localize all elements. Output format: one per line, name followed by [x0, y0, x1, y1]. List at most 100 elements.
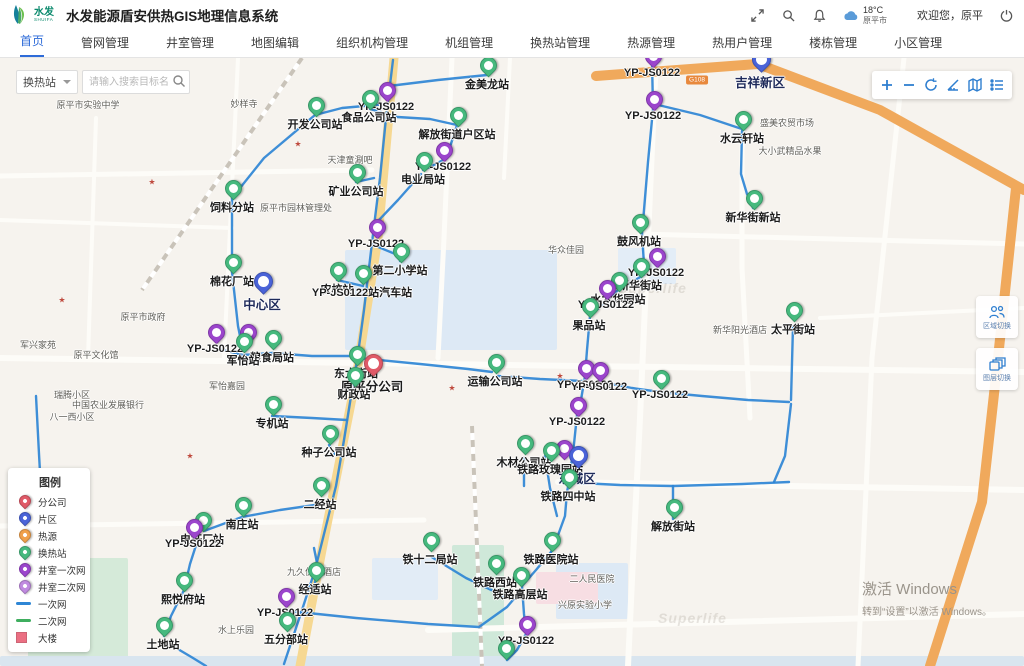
legend-item-8: 二次网	[16, 612, 84, 629]
legend-item-label: 二次网	[38, 614, 67, 628]
layer-switch-button[interactable]: 图层切换	[976, 348, 1018, 390]
windows-activation-watermark: 激活 Windows 转到“设置”以激活 Windows。	[862, 578, 992, 618]
legend-pin-icon	[16, 545, 32, 560]
legend-pin-icon	[16, 528, 32, 543]
map-marker-label: 食品公司站	[342, 109, 397, 125]
nav-tab-5[interactable]: 组织机构管理	[336, 31, 408, 57]
activation-line2: 转到“设置”以激活 Windows。	[862, 603, 992, 618]
map-marker-label: 铁路高层站	[493, 586, 548, 602]
map-marker-label: 铁十二局站	[403, 551, 458, 567]
zoom-out-button[interactable]	[898, 74, 920, 96]
nav-tab-11[interactable]: 小区管理	[894, 31, 942, 57]
legend-item-6: 井室二次网	[16, 578, 84, 595]
search-category-select[interactable]: 换热站	[16, 70, 78, 94]
basemap-label: 盛美农贸市场	[760, 116, 814, 129]
app-window: 水发 SHUIFA 水发能源盾安供热GIS地理信息系统	[0, 0, 1024, 666]
basemap-label: 军兴家苑	[20, 338, 56, 351]
legend-item-4: 换热站	[16, 544, 84, 561]
legend-item-label: 井室二次网	[38, 580, 86, 594]
legend-item-2: 片区	[16, 510, 84, 527]
basemap-label: 二人民医院	[569, 572, 614, 585]
map-marker-label: 铁路四中站	[541, 488, 596, 504]
legend-pin-icon	[16, 494, 32, 509]
nav-tab-8[interactable]: 热源管理	[627, 31, 675, 57]
map-marker-label: 铁路医院站	[524, 551, 579, 567]
map-marker-label: 熙悦府站	[161, 591, 205, 607]
nav-tab-4[interactable]: 地图编辑	[251, 31, 299, 57]
map-toolbar	[872, 71, 1012, 99]
logout-icon[interactable]	[999, 8, 1014, 23]
region-switch-button[interactable]: 区域切换	[976, 296, 1018, 338]
nav-tab-1[interactable]: 首页	[20, 29, 44, 57]
map-marker-label: 果品站	[573, 317, 606, 333]
layer-switch-label: 图层切换	[983, 373, 1011, 383]
legend-line-icon	[16, 596, 32, 611]
legend-title: 图例	[16, 474, 84, 490]
basemap-label: 新华阳光酒店	[713, 323, 767, 336]
team-icon	[988, 304, 1006, 320]
map-marker-label: YP-JS0122	[571, 381, 627, 393]
map-marker-label: YP-JS0122站汽车站	[312, 284, 412, 300]
map-marker-label: 二经站	[304, 496, 337, 512]
map-legend: 图例 分公司片区热源换热站井室一次网井室二次网一次网二次网大楼	[8, 468, 90, 652]
map-marker-label: 种子公司站	[302, 444, 357, 460]
search-magnifier-icon[interactable]	[172, 74, 186, 93]
basemap-label: 兴原实验小学	[558, 598, 612, 611]
nav-tab-7[interactable]: 换热站管理	[530, 31, 590, 57]
basemap-label: 天津童涮吧	[327, 153, 372, 166]
basemap-label: 华众佳园	[548, 243, 584, 256]
map-marker-label: 军怡站	[227, 352, 260, 368]
map-marker-label: 经适站	[299, 581, 332, 597]
basemap-label: 原平文化馆	[73, 348, 118, 361]
bell-icon[interactable]	[812, 8, 827, 23]
activation-line1: 激活 Windows	[862, 578, 992, 599]
fullscreen-icon[interactable]	[750, 8, 765, 23]
legend-item-label: 片区	[38, 512, 57, 526]
map-marker-label: 第二小学站	[373, 262, 428, 278]
legend-item-label: 分公司	[38, 495, 67, 509]
legend-item-7: 一次网	[16, 595, 84, 612]
overview-map-button[interactable]	[964, 74, 986, 96]
nav-tab-2[interactable]: 管网管理	[81, 31, 129, 57]
nav-tab-9[interactable]: 热用户管理	[712, 31, 772, 57]
poi-star-icon: ★	[186, 452, 193, 461]
search-icon[interactable]	[781, 8, 796, 23]
legend-pin-icon	[16, 562, 32, 577]
cloud-icon	[843, 9, 859, 21]
map-marker-label: 运输公司站	[468, 373, 523, 389]
map-marker-label: YP-JS0122	[625, 110, 681, 122]
shuifa-logo-icon	[10, 4, 30, 26]
weather-temp: 18°C	[863, 5, 887, 15]
nav-tab-10[interactable]: 楼栋管理	[809, 31, 857, 57]
map-marker-label: 五分部站	[264, 631, 308, 647]
layers-icon	[988, 356, 1006, 372]
basemap-label: 中国农业发展银行	[72, 398, 144, 411]
map-marker-label: 财政站	[338, 386, 371, 402]
poi-star-icon: ★	[148, 178, 155, 187]
app-header: 水发 SHUIFA 水发能源盾安供热GIS地理信息系统	[0, 0, 1024, 30]
legend-building-icon	[16, 630, 32, 645]
road-number-badge: G108	[686, 76, 708, 85]
page-title: 水发能源盾安供热GIS地理信息系统	[66, 5, 278, 25]
measure-button[interactable]	[942, 74, 964, 96]
legend-pin-icon	[16, 511, 32, 526]
map-marker-label: YP-JS0122	[632, 389, 688, 401]
logo-subtext: SHUIFA	[34, 18, 54, 23]
weather-city: 原平市	[863, 16, 887, 25]
legend-list-button[interactable]	[986, 74, 1008, 96]
basemap-label: 原平市实验中学	[56, 98, 119, 111]
nav-tab-6[interactable]: 机组管理	[445, 31, 493, 57]
legend-item-1: 分公司	[16, 493, 84, 510]
weather-widget: 18°C 原平市	[843, 5, 887, 25]
map-marker-label: YP-JS0122	[165, 538, 221, 550]
legend-item-label: 热源	[38, 529, 57, 543]
map-marker-label: YP-JS0122	[549, 416, 605, 428]
nav-tab-3[interactable]: 井室管理	[166, 31, 214, 57]
map-marker-label: 新华街新站	[726, 209, 781, 225]
legend-item-label: 大楼	[38, 631, 57, 645]
zoom-in-button[interactable]	[876, 74, 898, 96]
map-canvas[interactable]: 换热站	[0, 58, 1024, 666]
reset-view-button[interactable]	[920, 74, 942, 96]
poi-star-icon: ★	[448, 384, 455, 393]
search-category-value: 换热站	[23, 74, 56, 90]
